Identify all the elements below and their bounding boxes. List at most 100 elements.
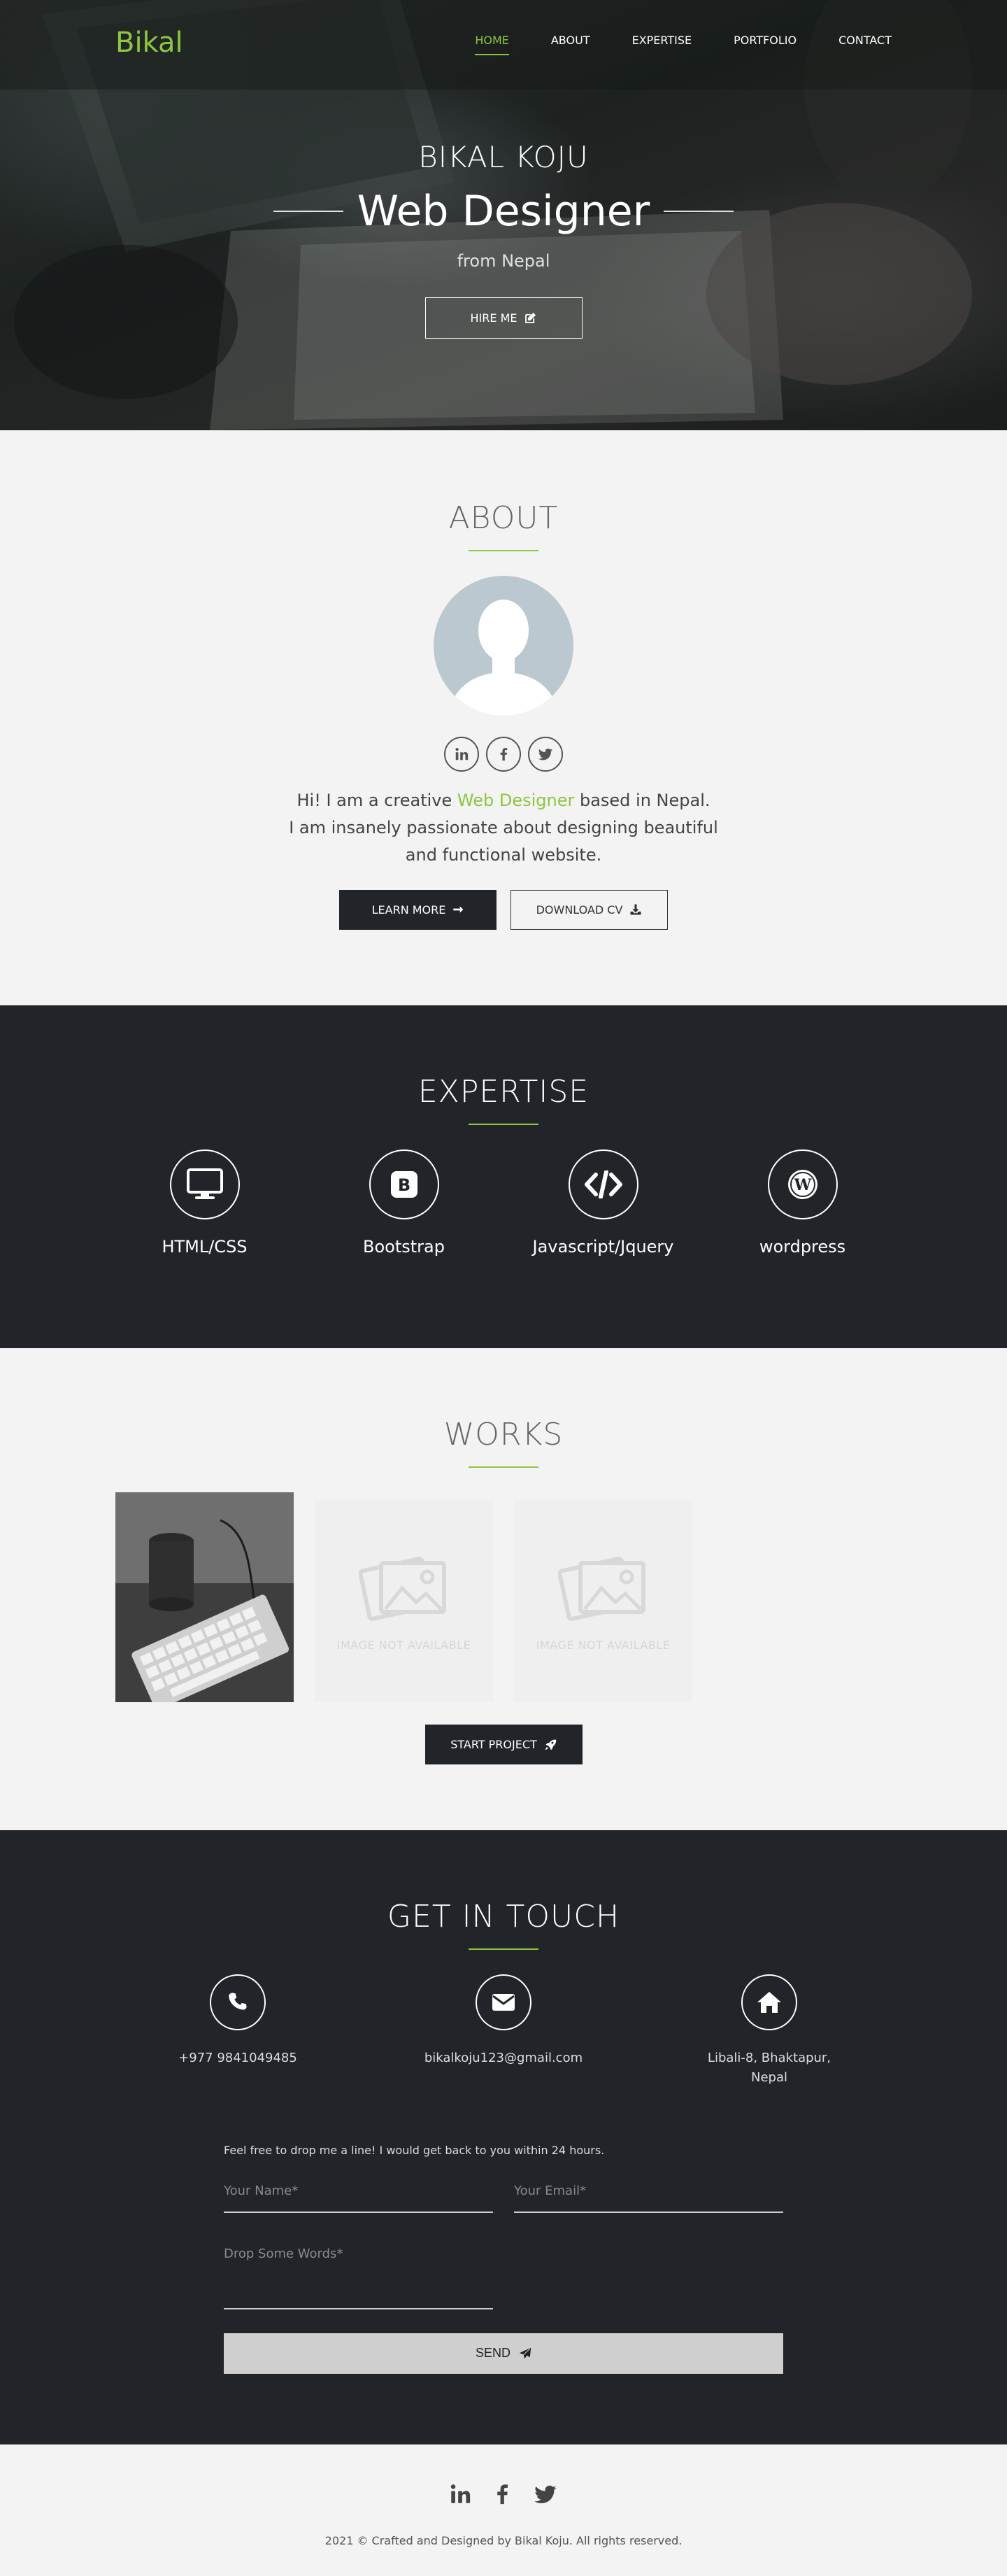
start-project-button[interactable]: START PROJECT: [424, 1725, 583, 1764]
image-placeholder-icon: [358, 1556, 446, 1621]
expertise-item-wordpress: W wordpress: [703, 1149, 902, 1257]
works-title-rule: [469, 1466, 538, 1468]
send-label: SEND: [475, 2346, 510, 2361]
works-section: WORKS IMAGE NOT AVAILABLE IMAGE NOT AVAI…: [0, 1348, 1007, 1830]
about-highlight: Web Designer: [457, 791, 575, 810]
contact-icon-circle: [476, 1974, 531, 2030]
nav-item-home[interactable]: HOME: [475, 34, 509, 55]
message-field-wrap: [224, 2246, 493, 2309]
twitter-icon: [538, 749, 553, 760]
contact-form: Feel free to drop me a line! I would get…: [224, 2144, 783, 2374]
footer-twitter-link[interactable]: [532, 2482, 559, 2509]
email-input[interactable]: [514, 2183, 783, 2198]
download-cv-button[interactable]: DOWNLOAD CV: [510, 889, 668, 930]
about-title-rule: [469, 550, 538, 551]
expertise-item-javascript: Javascript/Jquery: [503, 1149, 703, 1257]
expertise-icon-circle: W: [767, 1149, 838, 1219]
hire-me-label: HIRE ME: [470, 311, 517, 325]
about-line-1-post: based in Nepal.: [574, 791, 710, 810]
nav-item-contact[interactable]: CONTACT: [838, 34, 892, 54]
wordpress-icon: W: [787, 1170, 817, 1199]
top-navbar: Bikal HOME ABOUT EXPERTISE PORTFOLIO CON…: [0, 0, 1007, 90]
svg-text:B: B: [397, 1175, 410, 1195]
form-note: Feel free to drop me a line! I would get…: [224, 2143, 605, 2157]
footer-copyright: 2021 © Crafted and Designed by Bikal Koj…: [324, 2534, 683, 2547]
contact-address: Libali-8, Bhaktapur, Nepal: [636, 1974, 902, 2088]
send-button[interactable]: SEND: [224, 2333, 783, 2374]
expertise-grid: HTML/CSS B Bootstrap Javascript/Jquery W…: [105, 1149, 902, 1257]
facebook-link[interactable]: [486, 737, 521, 772]
expertise-label: HTML/CSS: [162, 1237, 248, 1257]
about-line-1-pre: Hi! I am a creative: [297, 791, 457, 810]
contact-icon-circle: [210, 1974, 266, 2030]
expertise-title: EXPERTISE: [417, 1074, 590, 1110]
contact-section: GET IN TOUCH +977 9841049485 bikalkoju12…: [0, 1830, 1007, 2444]
work-item-placeholder[interactable]: IMAGE NOT AVAILABLE: [315, 1499, 493, 1702]
about-description: Hi! I am a creative Web Designer based i…: [0, 787, 1007, 869]
image-not-available-label: IMAGE NOT AVAILABLE: [336, 1638, 471, 1652]
expertise-section: EXPERTISE HTML/CSS B Bootstrap Javascrip…: [0, 1005, 1007, 1348]
start-project-label: START PROJECT: [450, 1738, 537, 1751]
paper-plane-icon: [519, 2347, 531, 2359]
monitor-icon: [186, 1168, 223, 1199]
expertise-item-bootstrap: B Bootstrap: [304, 1149, 503, 1257]
hero-role: Web Designer: [357, 187, 650, 236]
message-textarea[interactable]: [224, 2246, 493, 2302]
contact-phone-text: +977 9841049485: [178, 2051, 297, 2065]
envelope-icon: [492, 1994, 515, 2011]
name-field-wrap: [224, 2183, 493, 2213]
contact-email-text[interactable]: bikalkoju123@gmail.com: [424, 2048, 583, 2068]
nav-item-about[interactable]: ABOUT: [551, 34, 590, 54]
user-silhouette-icon: [448, 600, 559, 716]
facebook-icon: [497, 2484, 508, 2505]
contact-address-text: Libali-8, Bhaktapur, Nepal: [708, 2048, 831, 2088]
site-logo[interactable]: Bikal: [115, 27, 183, 59]
contact-info-grid: +977 9841049485 bikalkoju123@gmail.com L…: [105, 1974, 902, 2088]
phone-icon: [229, 1993, 247, 2010]
work-item-placeholder[interactable]: IMAGE NOT AVAILABLE: [514, 1499, 692, 1702]
hero-section: Bikal HOME ABOUT EXPERTISE PORTFOLIO CON…: [0, 0, 1007, 430]
learn-more-label: LEARN MORE: [371, 903, 446, 917]
name-input[interactable]: [224, 2183, 493, 2198]
nav-item-portfolio[interactable]: PORTFOLIO: [734, 34, 797, 54]
expertise-icon-circle: B: [369, 1149, 439, 1219]
expertise-icon-circle: [169, 1149, 240, 1219]
about-title: ABOUT: [448, 500, 559, 536]
hero-role-row: Web Designer: [0, 187, 1007, 236]
linkedin-link[interactable]: [444, 737, 479, 772]
download-icon: [630, 904, 641, 915]
keyboard-photo: [115, 1492, 294, 1702]
learn-more-button[interactable]: LEARN MORE: [339, 889, 497, 930]
bootstrap-icon: B: [390, 1171, 417, 1198]
linkedin-icon: [450, 2484, 471, 2503]
download-cv-label: DOWNLOAD CV: [536, 903, 623, 917]
contact-phone: +977 9841049485: [105, 1974, 371, 2088]
code-icon: [584, 1170, 622, 1198]
expertise-label: Bootstrap: [363, 1237, 445, 1257]
works-grid: IMAGE NOT AVAILABLE IMAGE NOT AVAILABLE: [0, 1492, 776, 1702]
expertise-icon-circle: [568, 1149, 638, 1219]
hire-me-button[interactable]: HIRE ME: [424, 297, 583, 339]
footer-linkedin-link[interactable]: [448, 2482, 472, 2509]
contact-icon-circle: [741, 1974, 797, 2030]
contact-title-rule: [469, 1948, 538, 1950]
work-item-keyboard-photo[interactable]: [115, 1492, 294, 1702]
hero-location: from Nepal: [457, 251, 550, 271]
footer: 2021 © Crafted and Designed by Bikal Koj…: [0, 2444, 1007, 2576]
about-social-links: [0, 737, 1007, 772]
twitter-icon: [534, 2485, 557, 2504]
twitter-link[interactable]: [528, 737, 563, 772]
expertise-label: wordpress: [759, 1237, 846, 1257]
image-placeholder-icon: [557, 1556, 645, 1621]
nav-item-expertise[interactable]: EXPERTISE: [632, 34, 692, 54]
svg-text:W: W: [793, 1176, 811, 1194]
image-not-available-label: IMAGE NOT AVAILABLE: [536, 1638, 671, 1652]
avatar: [434, 576, 573, 716]
about-section: ABOUT Hi! I am a creative Web Designer b…: [0, 430, 1007, 1005]
home-icon: [757, 1992, 781, 2013]
address-line-1: Libali-8, Bhaktapur,: [707, 2051, 831, 2065]
nav-menu: HOME ABOUT EXPERTISE PORTFOLIO CONTACT: [433, 34, 892, 55]
about-buttons: LEARN MORE DOWNLOAD CV: [0, 889, 1007, 930]
footer-facebook-link[interactable]: [490, 2481, 514, 2510]
hero-divider-left: [273, 211, 343, 212]
